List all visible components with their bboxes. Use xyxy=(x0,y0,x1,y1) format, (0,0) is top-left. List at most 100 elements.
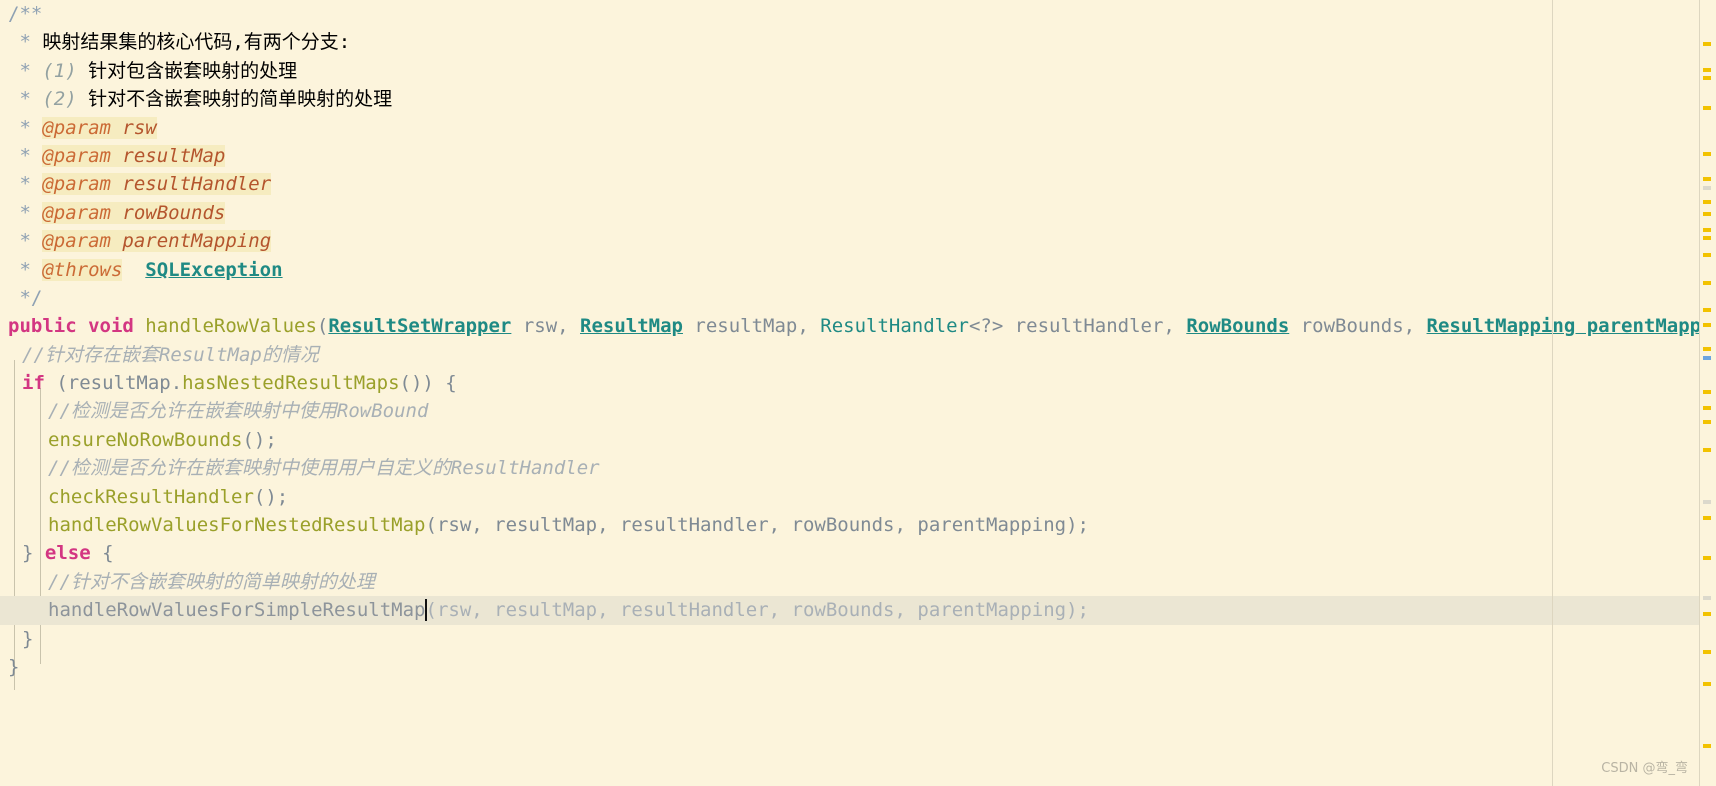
code-token-doccn: 映射结果集的核心代码,有两个分支: xyxy=(42,31,351,54)
code-token-tag: @param xyxy=(42,116,111,139)
error-stripe-marker-warn[interactable] xyxy=(1703,177,1711,181)
code-line[interactable]: * (2) 针对不含嵌套映射的简单映射的处理 xyxy=(0,85,1700,113)
code-line[interactable]: * @param rsw xyxy=(0,114,1700,142)
error-stripe-marker-warn[interactable] xyxy=(1703,68,1711,72)
code-token-method[interactable]: handleRowValuesForSimpleResultMap xyxy=(48,599,426,621)
code-line[interactable]: } xyxy=(0,653,1700,681)
code-token-plain: (rsw, resultMap, resultHandler, rowBound… xyxy=(425,599,1089,622)
code-line[interactable]: checkResultHandler(); xyxy=(0,483,1700,511)
code-line[interactable]: handleRowValuesForNestedResultMap(rsw, r… xyxy=(0,511,1700,539)
code-token-link[interactable]: ResultMapping parentMapping) xyxy=(1427,315,1700,337)
error-stripe-marker-info[interactable] xyxy=(1703,500,1711,504)
code-line[interactable]: //针对存在嵌套ResultMap的情况 xyxy=(0,341,1700,369)
code-line[interactable]: * @param rowBounds xyxy=(0,199,1700,227)
code-token-doc: /** xyxy=(8,3,43,25)
code-line[interactable]: //针对不含嵌套映射的简单映射的处理 xyxy=(0,568,1700,596)
code-line[interactable]: /** xyxy=(0,0,1700,28)
error-stripe-marker-warn[interactable] xyxy=(1703,212,1711,216)
error-stripe-marker-warn[interactable] xyxy=(1703,281,1711,285)
code-line[interactable]: * @param parentMapping xyxy=(0,227,1700,255)
code-token-cmt: //检测是否允许在嵌套映射中使用用户自定义的 xyxy=(48,457,451,480)
error-stripe-marker-warn[interactable] xyxy=(1703,228,1711,232)
error-stripe-marker-warn[interactable] xyxy=(1703,200,1711,204)
right-margin-ruler xyxy=(1552,0,1553,786)
code-line[interactable]: //检测是否允许在嵌套映射中使用RowBound xyxy=(0,397,1700,425)
error-stripe-marker-cur[interactable] xyxy=(1703,356,1711,360)
code-token-plain: ()) { xyxy=(399,372,457,395)
error-stripe-marker-warn[interactable] xyxy=(1703,323,1711,327)
code-token-link[interactable]: ResultMap xyxy=(580,315,683,337)
code-line[interactable]: if (resultMap.hasNestedResultMaps()) { xyxy=(0,369,1700,397)
code-line[interactable]: * @param resultMap xyxy=(0,142,1700,170)
code-token-doc: * xyxy=(8,258,43,281)
error-stripe-marker-warn[interactable] xyxy=(1703,612,1711,616)
error-stripe-marker-warn[interactable] xyxy=(1703,682,1711,686)
code-token-doc: * xyxy=(8,230,43,253)
error-stripe-gutter[interactable] xyxy=(1699,0,1716,786)
code-token-method[interactable]: checkResultHandler xyxy=(48,486,254,508)
csdn-watermark: CSDN @弯_弯 xyxy=(1601,761,1688,776)
code-token-doc: * xyxy=(8,88,43,111)
error-stripe-marker-warn[interactable] xyxy=(1703,152,1711,156)
code-token-plain: resultMap, xyxy=(682,315,821,338)
code-line[interactable]: } xyxy=(0,625,1700,653)
code-token-link[interactable]: ResultSetWrapper xyxy=(328,315,511,337)
code-token-doc: * xyxy=(8,173,43,196)
error-stripe-marker-warn[interactable] xyxy=(1703,253,1711,257)
error-stripe-marker-warn[interactable] xyxy=(1703,390,1711,394)
error-stripe-marker-warn[interactable] xyxy=(1703,420,1711,424)
code-line[interactable]: * @throws SQLException xyxy=(0,256,1700,284)
code-line[interactable]: //检测是否允许在嵌套映射中使用用户自定义的ResultHandler xyxy=(0,454,1700,482)
code-token-plain: <?> resultHandler, xyxy=(968,315,1187,338)
error-stripe-marker-info[interactable] xyxy=(1703,596,1711,600)
code-token-tag: @param xyxy=(42,144,111,167)
code-line[interactable]: * 映射结果集的核心代码,有两个分支: xyxy=(0,28,1700,56)
code-line[interactable]: ensureNoRowBounds(); xyxy=(0,426,1700,454)
code-line[interactable]: public void handleRowValues(ResultSetWra… xyxy=(0,312,1700,340)
code-token-cmt: //针对不含嵌套映射的简单映射的处理 xyxy=(48,570,375,593)
code-token-doc: */ xyxy=(8,286,43,309)
error-stripe-marker-warn[interactable] xyxy=(1703,347,1711,351)
code-token-cmt: 的情况 xyxy=(261,343,319,366)
code-line[interactable]: */ xyxy=(0,284,1700,312)
error-stripe-marker-warn[interactable] xyxy=(1703,236,1711,240)
code-token-tagval: rowBounds xyxy=(122,201,226,224)
code-line[interactable]: * (1) 针对包含嵌套映射的处理 xyxy=(0,57,1700,85)
error-stripe-marker-warn[interactable] xyxy=(1703,76,1711,80)
code-token-plain: } xyxy=(8,655,20,678)
error-stripe-marker-warn[interactable] xyxy=(1703,744,1711,748)
error-stripe-marker-warn[interactable] xyxy=(1703,42,1711,46)
code-token-kw: public void xyxy=(8,315,134,338)
code-token-docit: (2) xyxy=(42,88,77,111)
error-stripe-marker-warn[interactable] xyxy=(1703,308,1711,312)
code-token-method[interactable]: handleRowValuesForNestedResultMap xyxy=(48,514,426,536)
code-token-cmt: //针对存在嵌套 xyxy=(22,343,159,366)
error-stripe-marker-warn[interactable] xyxy=(1703,406,1711,410)
code-token-plain: (rsw, resultMap, resultHandler, rowBound… xyxy=(425,514,1089,537)
code-line[interactable]: } else { xyxy=(0,539,1700,567)
error-stripe-marker-warn[interactable] xyxy=(1703,516,1711,520)
error-stripe-marker-warn[interactable] xyxy=(1703,556,1711,560)
code-token-link[interactable]: SQLException xyxy=(145,259,282,281)
error-stripe-marker-warn[interactable] xyxy=(1703,448,1711,452)
code-token-kw: else xyxy=(44,542,91,565)
code-line[interactable]: * @param resultHandler xyxy=(0,170,1700,198)
code-token-plain: } xyxy=(22,627,34,650)
code-token-plain: } xyxy=(22,542,45,565)
code-text[interactable]: /** * 映射结果集的核心代码,有两个分支: * (1) 针对包含嵌套映射的处… xyxy=(0,0,1700,681)
code-token-method[interactable]: hasNestedResultMaps xyxy=(182,372,399,394)
code-token-tagval: resultHandler xyxy=(122,173,272,196)
error-stripe-marker-info[interactable] xyxy=(1703,186,1711,190)
error-stripe-marker-warn[interactable] xyxy=(1703,650,1711,654)
code-token-cmt: //检测是否允许在嵌套映射中使用 xyxy=(48,400,337,423)
code-token-method[interactable]: handleRowValues xyxy=(145,315,317,337)
code-line[interactable]: handleRowValuesForSimpleResultMap(rsw, r… xyxy=(0,596,1700,625)
error-stripe-marker-warn[interactable] xyxy=(1703,106,1711,110)
code-viewport[interactable]: /** * 映射结果集的核心代码,有两个分支: * (1) 针对包含嵌套映射的处… xyxy=(0,0,1700,786)
code-editor[interactable]: /** * 映射结果集的核心代码,有两个分支: * (1) 针对包含嵌套映射的处… xyxy=(0,0,1716,786)
code-token-plain: (resultMap. xyxy=(44,372,183,395)
code-token-doc xyxy=(122,259,145,281)
code-token-link[interactable]: RowBounds xyxy=(1186,315,1289,337)
code-token-method[interactable]: ensureNoRowBounds xyxy=(48,429,242,451)
